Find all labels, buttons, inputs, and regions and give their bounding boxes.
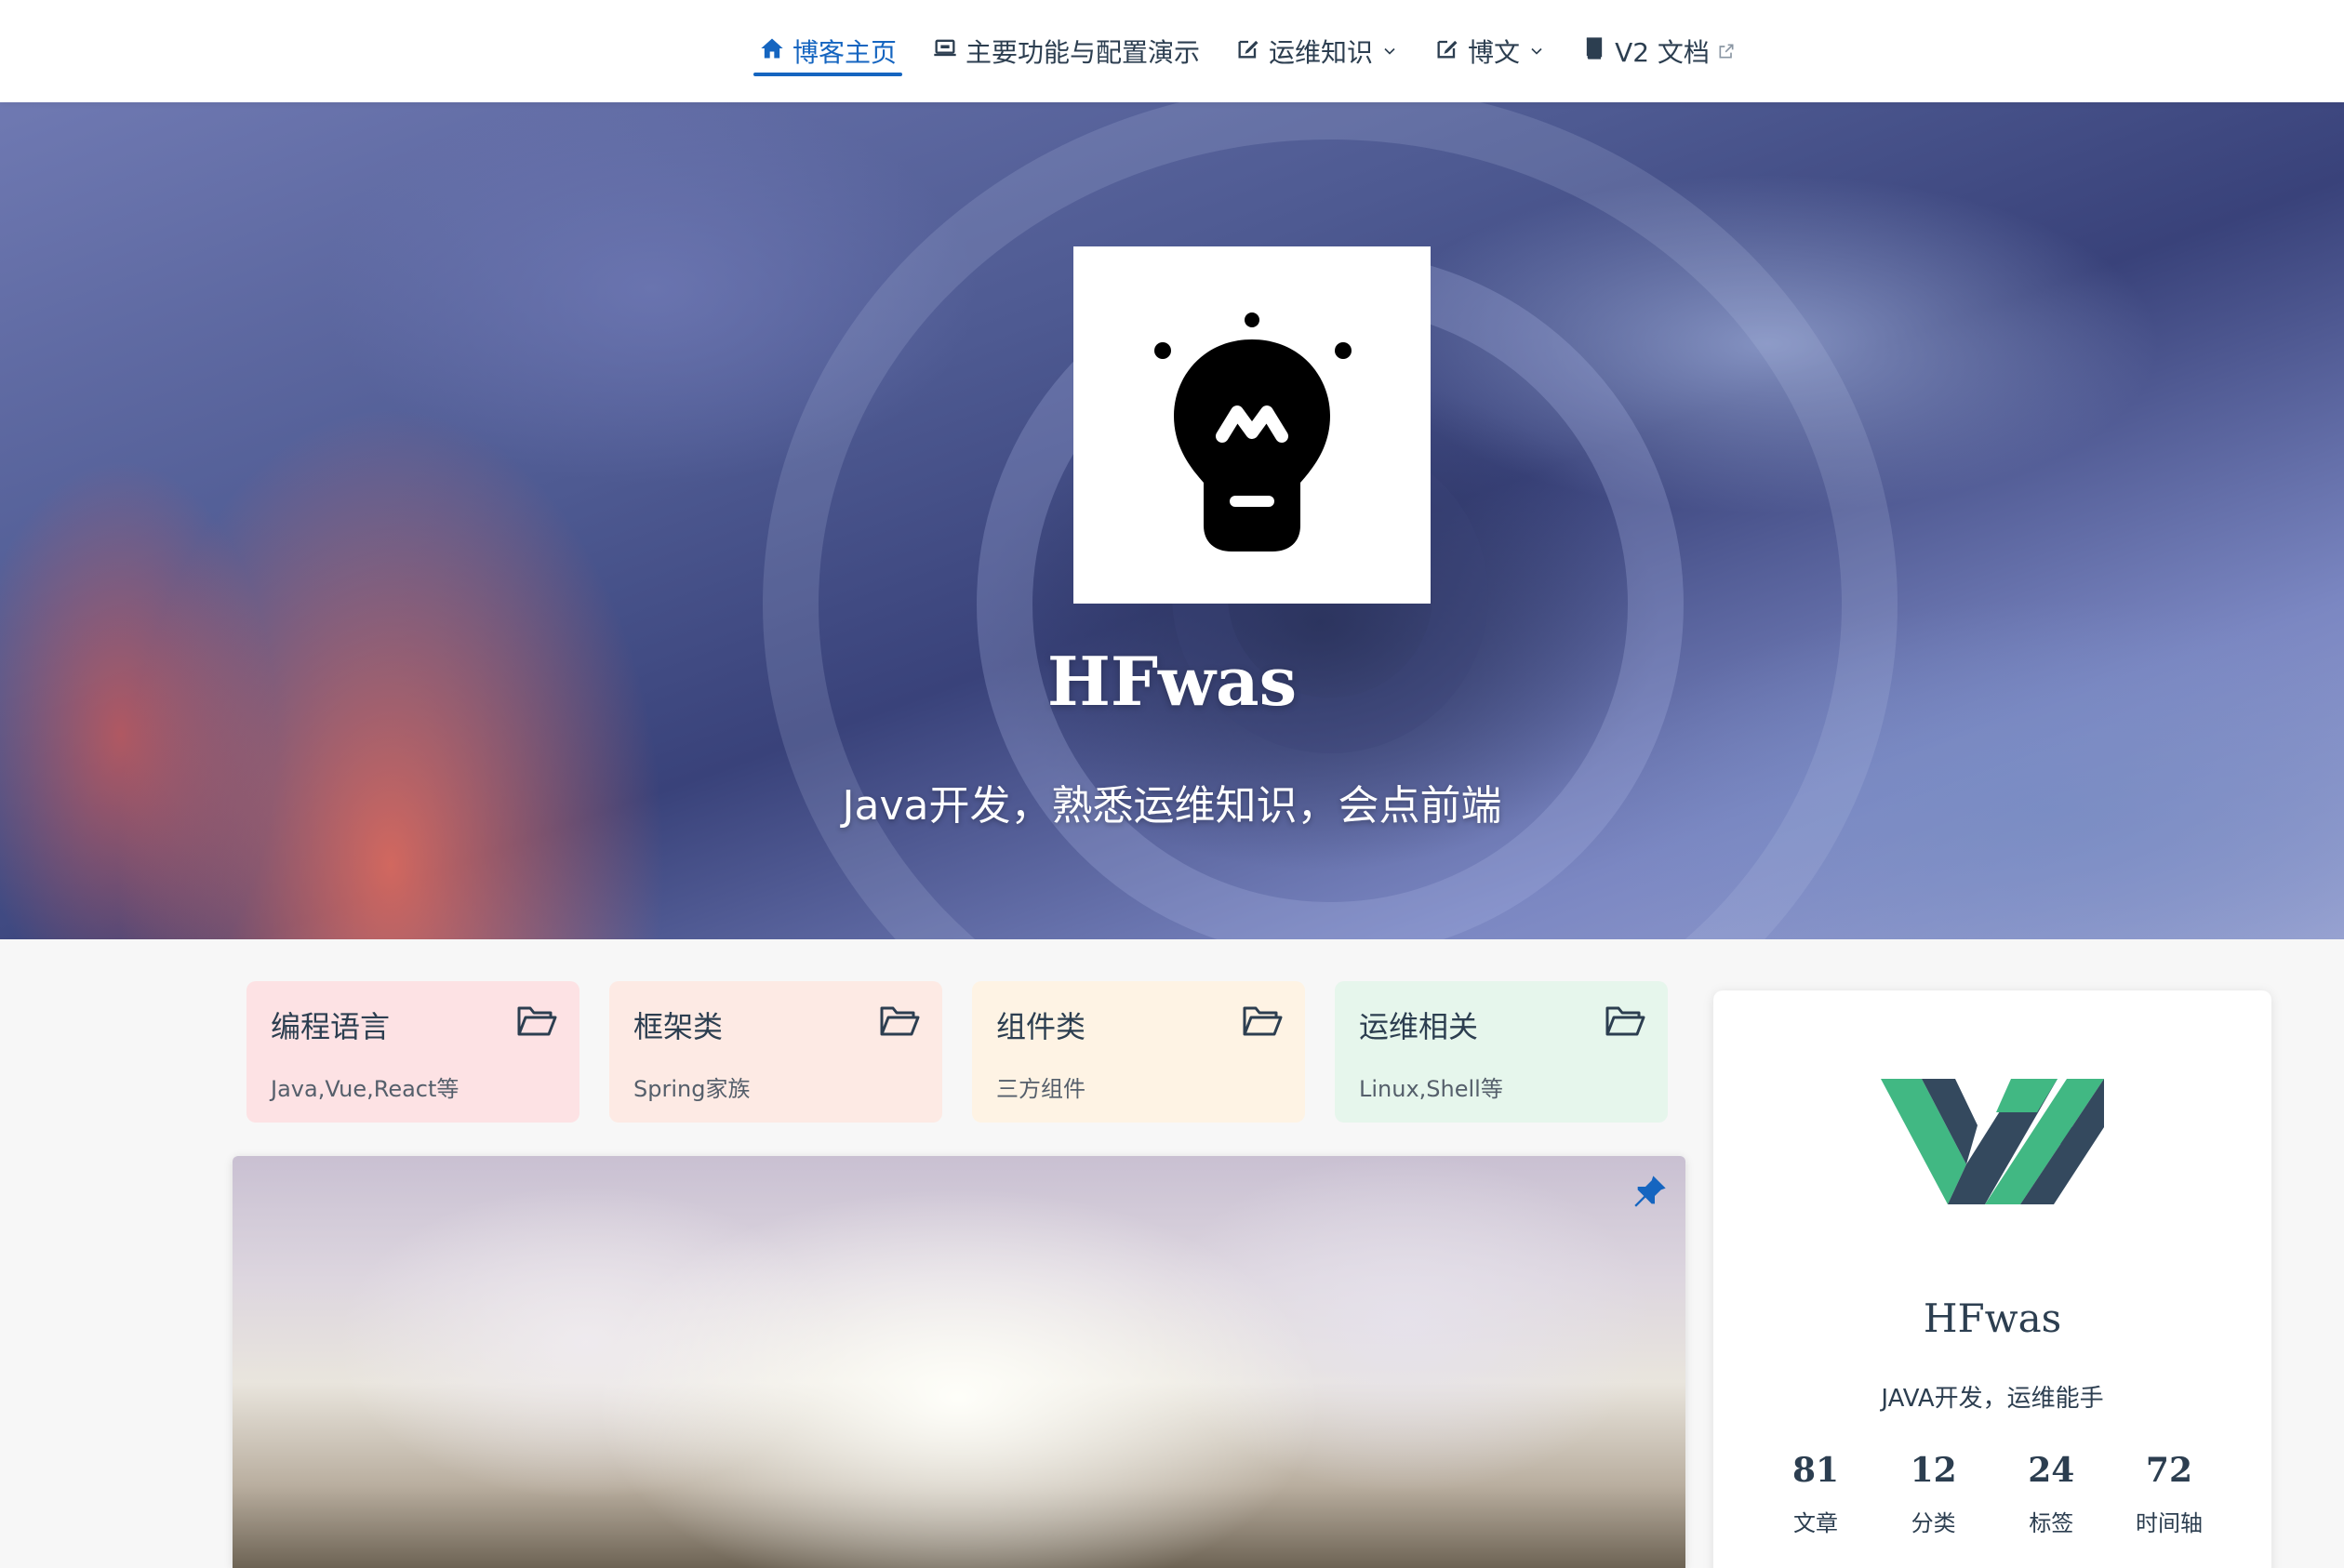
post-cover-image <box>233 1156 1685 1568</box>
featured-post-card[interactable] <box>233 1156 1685 1568</box>
nav-item-label: 运维知识 <box>1269 37 1374 68</box>
external-link-icon <box>1717 36 1736 67</box>
folder-open-icon <box>880 1006 920 1036</box>
hero-subtitle: Java开发，熟悉运维知识，会点前端 <box>842 782 1502 830</box>
edit-icon <box>1235 35 1261 68</box>
hero-title: HFwas <box>1046 642 1298 721</box>
stat-number: 24 <box>2028 1451 2075 1490</box>
nav-item-label: 博客主页 <box>792 37 898 68</box>
top-navbar: 博客主页 主要功能与配置演示 运维知识 博文 V2 文档 <box>0 0 2344 102</box>
category-card-ops[interactable]: 运维相关 Linux,Shell等 <box>1335 981 1668 1123</box>
nav-item-ops[interactable]: 运维知识 <box>1230 0 1405 102</box>
stat-label: 标签 <box>2029 1510 2074 1536</box>
stat-number: 12 <box>1910 1451 1957 1490</box>
folder-open-icon <box>1605 1006 1645 1036</box>
nav-menu: 博客主页 主要功能与配置演示 运维知识 博文 V2 文档 <box>753 0 1741 102</box>
nav-item-v2-docs[interactable]: V2 文档 <box>1576 0 1741 102</box>
hero-banner: HFwas Java开发，熟悉运维知识，会点前端 <box>0 102 2344 939</box>
profile-name: HFwas <box>1923 1296 2062 1341</box>
nav-item-home[interactable]: 博客主页 <box>753 0 903 102</box>
folder-open-icon <box>517 1006 557 1036</box>
nav-item-posts[interactable]: 博文 <box>1429 0 1552 102</box>
profile-card: HFwas JAVA开发，运维能手 81 文章 12 分类 24 标签 72 时… <box>1713 990 2271 1568</box>
nav-item-features[interactable]: 主要功能与配置演示 <box>926 0 1205 102</box>
pin-icon <box>1634 1176 1666 1207</box>
category-desc: Spring家族 <box>633 1076 751 1102</box>
nav-item-label: 主要功能与配置演示 <box>966 37 1201 68</box>
category-title: 运维相关 <box>1359 1009 1479 1044</box>
category-title: 框架类 <box>633 1009 724 1044</box>
folder-open-icon <box>1243 1006 1283 1036</box>
profile-desc: JAVA开发，运维能手 <box>1881 1385 2104 1413</box>
vh-logo-icon <box>1881 1079 2104 1204</box>
chevron-down-icon <box>1527 36 1546 67</box>
category-title: 编程语言 <box>271 1009 391 1044</box>
category-card-languages[interactable]: 编程语言 Java,Vue,React等 <box>246 981 579 1123</box>
stat-categories[interactable]: 12 分类 <box>1887 1451 1980 1537</box>
stat-tags[interactable]: 24 标签 <box>2004 1451 2098 1537</box>
stat-label: 时间轴 <box>2135 1510 2203 1536</box>
category-desc: Linux,Shell等 <box>1359 1076 1503 1102</box>
nav-item-label: 博文 <box>1468 37 1521 68</box>
stat-articles[interactable]: 81 文章 <box>1769 1451 1862 1537</box>
stat-label: 文章 <box>1793 1510 1838 1536</box>
laptop-icon <box>932 35 958 68</box>
site-logo <box>1073 246 1431 604</box>
category-card-frameworks[interactable]: 框架类 Spring家族 <box>609 981 942 1123</box>
stat-label: 分类 <box>1911 1510 1956 1536</box>
profile-stats: 81 文章 12 分类 24 标签 72 时间轴 <box>1769 1451 2216 1537</box>
book-icon <box>1581 35 1607 68</box>
edit-icon <box>1434 35 1460 68</box>
home-icon <box>759 35 785 68</box>
category-title: 组件类 <box>996 1009 1086 1044</box>
stat-number: 72 <box>2145 1451 2193 1490</box>
category-card-components[interactable]: 组件类 三方组件 <box>972 981 1305 1123</box>
stat-timeline[interactable]: 72 时间轴 <box>2123 1451 2216 1537</box>
nav-item-label: V2 文档 <box>1615 37 1710 68</box>
stat-number: 81 <box>1791 1451 1840 1490</box>
category-desc: Java,Vue,React等 <box>271 1076 459 1102</box>
chevron-down-icon <box>1380 36 1399 67</box>
category-desc: 三方组件 <box>996 1076 1085 1102</box>
lightbulb-logo-icon <box>1154 312 1352 551</box>
